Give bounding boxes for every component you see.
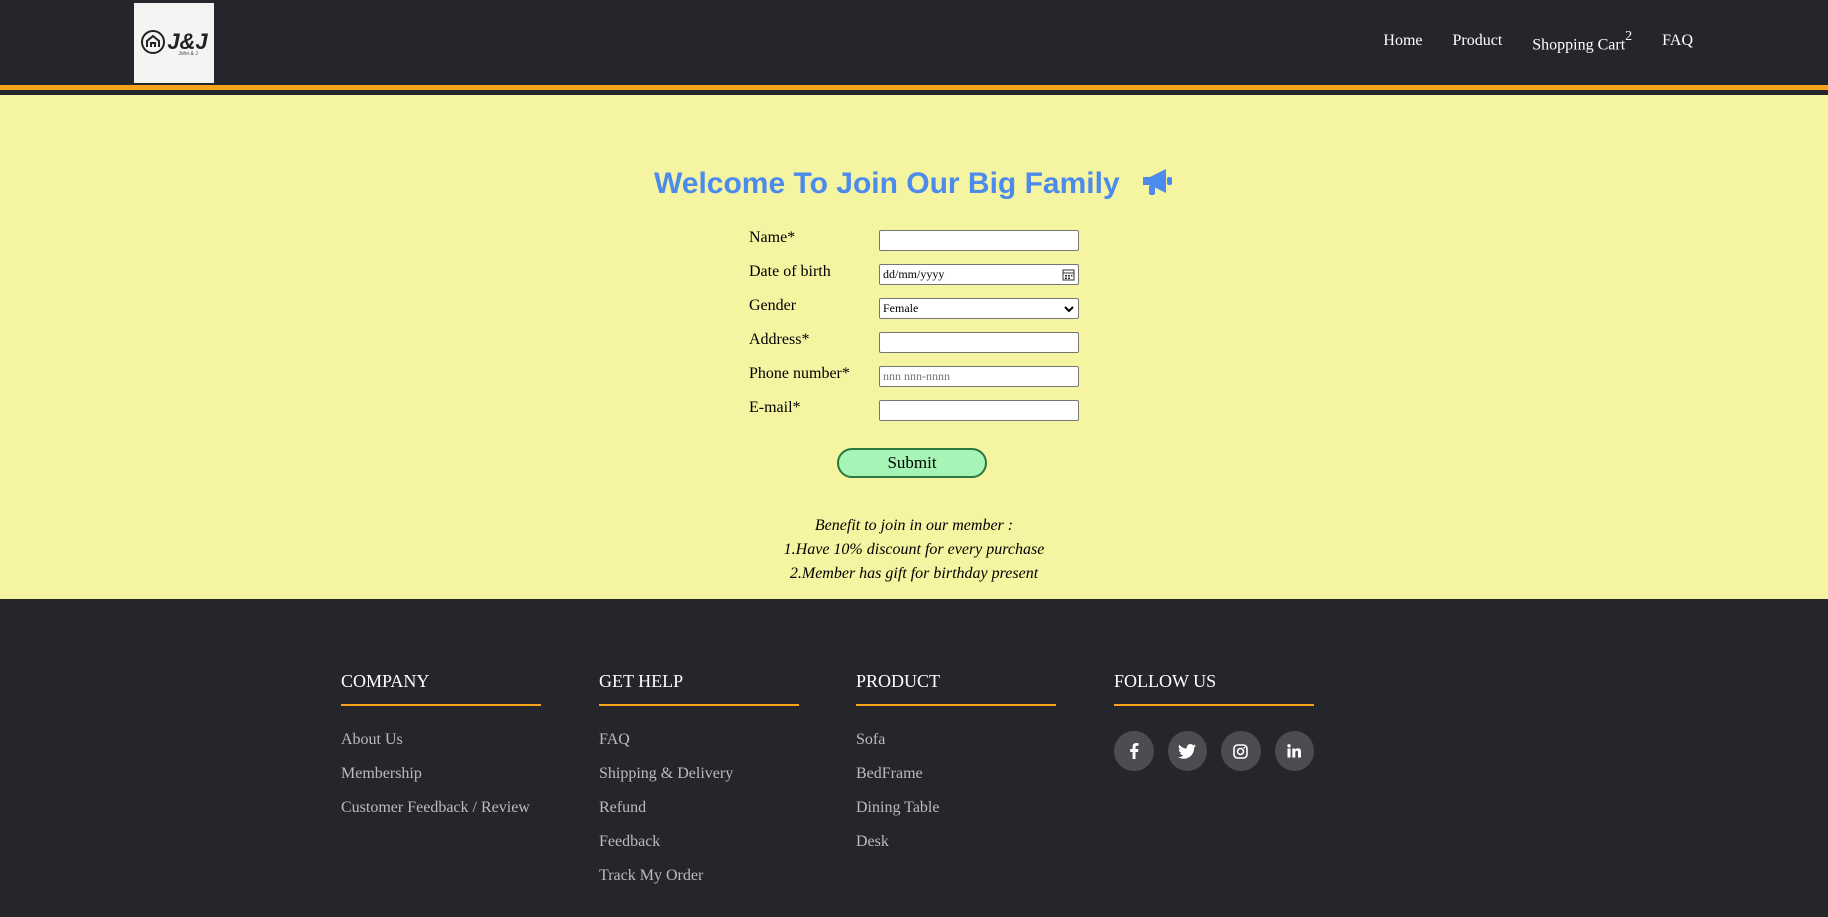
email-input[interactable] [879, 400, 1079, 421]
dob-value: dd/mm/yyyy [883, 267, 945, 281]
linkedin-icon[interactable] [1274, 731, 1314, 771]
footer-col-get-help: GET HELP FAQ Shipping & Delivery Refund … [599, 671, 799, 901]
name-label: Name* [749, 229, 796, 246]
footer-link-refund[interactable]: Refund [599, 799, 799, 833]
cart-count-badge: 2 [1625, 29, 1633, 44]
benefit-item: 2.Member has gift for birthday present [789, 565, 1039, 582]
form-row-dob: Date of birth dd/mm/yyyy [749, 263, 1089, 287]
megaphone-icon [1142, 169, 1172, 195]
form-row-address: Address* [749, 331, 1089, 355]
benefits-heading: Benefit to join in our member : [814, 517, 1014, 534]
house-icon [141, 30, 166, 54]
footer-col-follow-us: FOLLOW US [1114, 671, 1314, 771]
footer-link-track-order[interactable]: Track My Order [599, 867, 799, 901]
footer-link-bedframe[interactable]: BedFrame [856, 765, 1056, 799]
footer-link-membership[interactable]: Membership [341, 765, 541, 799]
footer-link-feedback[interactable]: Feedback [599, 833, 799, 867]
footer-heading-follow-us: FOLLOW US [1114, 671, 1314, 706]
benefit-item: 1.Have 10% discount for every purchase [783, 541, 1045, 558]
footer-heading-product: PRODUCT [856, 671, 1056, 706]
site-footer: COMPANY About Us Membership Customer Fee… [0, 599, 1828, 917]
dob-label: Date of birth [749, 263, 831, 280]
footer-col-product: PRODUCT Sofa BedFrame Dining Table Desk [856, 671, 1056, 867]
phone-label: Phone number* [749, 365, 850, 382]
address-label: Address* [749, 331, 810, 348]
nav-product[interactable]: Product [1453, 32, 1503, 54]
footer-link-faq[interactable]: FAQ [599, 731, 799, 765]
page-title: Welcome To Join Our Big Family [0, 167, 1828, 201]
form-row-email: E-mail* [749, 399, 1089, 423]
address-input[interactable] [879, 332, 1079, 353]
chevron-down-icon [1064, 305, 1074, 312]
page-title-text: Welcome To Join Our Big Family [654, 167, 1120, 200]
main-nav: Home Product Shopping Cart2 FAQ [1383, 29, 1693, 54]
nav-home[interactable]: Home [1383, 32, 1422, 54]
gender-value: Female [883, 301, 919, 315]
facebook-icon[interactable] [1114, 731, 1154, 771]
footer-col-company: COMPANY About Us Membership Customer Fee… [341, 671, 541, 833]
form-row-name: Name* [749, 229, 1089, 253]
gender-label: Gender [749, 297, 797, 314]
signup-section: Welcome To Join Our Big Family Name* Dat… [0, 95, 1828, 599]
phone-input[interactable] [879, 366, 1079, 387]
logo-subtext: John & J [178, 51, 198, 57]
nav-shopping-cart[interactable]: Shopping Cart2 [1532, 29, 1633, 54]
email-label: E-mail* [749, 399, 801, 416]
social-links [1114, 731, 1314, 771]
footer-link-about-us[interactable]: About Us [341, 731, 541, 765]
footer-link-sofa[interactable]: Sofa [856, 731, 1056, 765]
calendar-icon[interactable] [1062, 268, 1075, 281]
dob-input[interactable]: dd/mm/yyyy [879, 264, 1079, 285]
footer-link-shipping[interactable]: Shipping & Delivery [599, 765, 799, 799]
footer-link-dining-table[interactable]: Dining Table [856, 799, 1056, 833]
nav-shopping-cart-label: Shopping Cart [1532, 36, 1626, 54]
footer-link-customer-feedback[interactable]: Customer Feedback / Review [341, 799, 541, 833]
form-row-phone: Phone number* [749, 365, 1089, 389]
footer-heading-get-help: GET HELP [599, 671, 799, 706]
nav-faq[interactable]: FAQ [1662, 32, 1693, 54]
name-input[interactable] [879, 230, 1079, 251]
instagram-icon[interactable] [1221, 731, 1261, 771]
form-row-gender: Gender Female [749, 297, 1089, 321]
gender-select[interactable]: Female [879, 298, 1079, 319]
site-header: J&J John & J Home Product Shopping Cart2… [0, 0, 1828, 90]
member-benefits: Benefit to join in our member : 1.Have 1… [0, 514, 1828, 586]
footer-heading-company: COMPANY [341, 671, 541, 706]
submit-button[interactable]: Submit [837, 448, 987, 478]
footer-link-desk[interactable]: Desk [856, 833, 1056, 867]
twitter-icon[interactable] [1167, 731, 1207, 771]
site-logo[interactable]: J&J John & J [134, 3, 214, 83]
